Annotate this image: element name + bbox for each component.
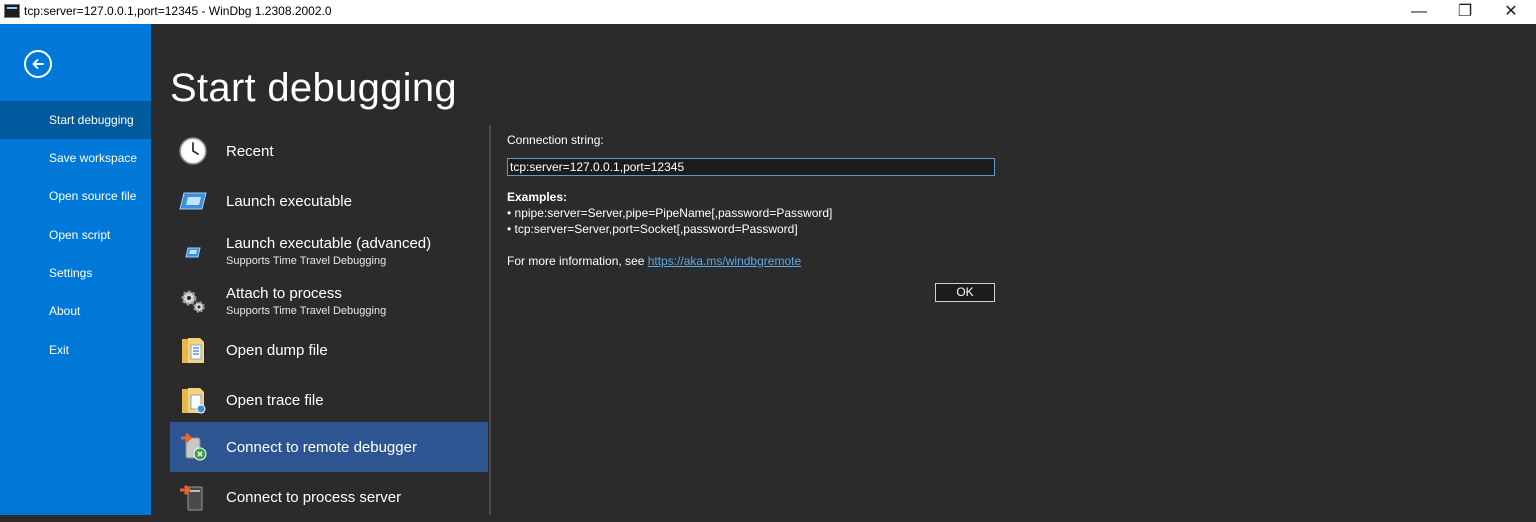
option-recent[interactable]: Recent — [170, 126, 488, 176]
nav-about[interactable]: About — [0, 292, 151, 330]
example-npipe: • npipe:server=Server,pipe=PipeName[,pas… — [507, 206, 833, 220]
folder-trace-icon — [182, 388, 206, 414]
panel-divider — [489, 125, 491, 515]
gears-icon — [181, 290, 205, 313]
clock-icon — [179, 137, 207, 165]
option-label: Recent — [226, 143, 274, 160]
option-open-trace-file[interactable]: Open trace file — [170, 375, 488, 425]
option-label: Connect to remote debugger — [226, 439, 417, 456]
folder-document-icon — [182, 338, 204, 363]
title-bar: tcp:server=127.0.0.1,port=12345 - WinDbg… — [0, 0, 1536, 24]
option-label: Attach to process — [226, 285, 342, 302]
nav-open-script[interactable]: Open script — [0, 216, 151, 254]
option-label: Launch executable — [226, 193, 352, 210]
connection-string-input[interactable] — [507, 158, 995, 176]
nav-settings[interactable]: Settings — [0, 254, 151, 292]
connection-string-label: Connection string: — [507, 133, 604, 147]
option-attach-to-process[interactable]: Attach to process Supports Time Travel D… — [170, 276, 488, 326]
option-launch-executable-advanced[interactable]: Launch executable (advanced) Supports Ti… — [170, 226, 488, 276]
back-arrow-circle-icon — [32, 59, 44, 69]
option-open-dump-file[interactable]: Open dump file — [170, 325, 488, 375]
close-button[interactable]: ✕ — [1488, 0, 1534, 24]
back-button[interactable] — [24, 50, 52, 78]
debug-options-list: Recent Launch executable Launch executab… — [170, 125, 488, 515]
option-connect-remote-debugger[interactable]: Connect to remote debugger — [170, 422, 488, 472]
option-label: Open dump file — [226, 342, 328, 359]
nav-save-workspace[interactable]: Save workspace — [0, 139, 151, 177]
option-sublabel: Supports Time Travel Debugging — [226, 305, 387, 317]
windbgremote-link[interactable]: https://aka.ms/windbgremote — [648, 254, 801, 268]
examples-title: Examples: — [507, 190, 568, 204]
window-icon — [179, 192, 207, 210]
nav-exit[interactable]: Exit — [0, 331, 151, 369]
option-label: Launch executable (advanced) — [226, 235, 432, 252]
nav-open-source-file[interactable]: Open source file — [0, 177, 151, 215]
example-tcp: • tcp:server=Server,port=Socket[,passwor… — [507, 222, 798, 236]
more-info-prefix: For more information, see — [507, 254, 648, 268]
process-server-icon — [180, 484, 203, 511]
page-title: Start debugging — [170, 66, 457, 110]
window-small-icon — [185, 247, 201, 258]
nav-start-debugging[interactable]: Start debugging — [0, 101, 151, 139]
minimize-button[interactable]: — — [1396, 0, 1442, 24]
window-title: tcp:server=127.0.0.1,port=12345 - WinDbg… — [24, 4, 332, 18]
ok-button[interactable]: OK — [935, 283, 995, 302]
backstage-nav: Start debugging Save workspace Open sour… — [0, 24, 151, 515]
remote-debugger-icon — [181, 432, 207, 461]
option-sublabel: Supports Time Travel Debugging — [226, 255, 387, 267]
windbg-app-icon — [4, 4, 20, 18]
restore-button[interactable]: ❐ — [1442, 0, 1488, 24]
option-label: Connect to process server — [226, 489, 402, 506]
option-label: Open trace file — [226, 392, 324, 409]
more-info-text: For more information, see https://aka.ms… — [507, 254, 801, 268]
option-launch-executable[interactable]: Launch executable — [170, 176, 488, 226]
